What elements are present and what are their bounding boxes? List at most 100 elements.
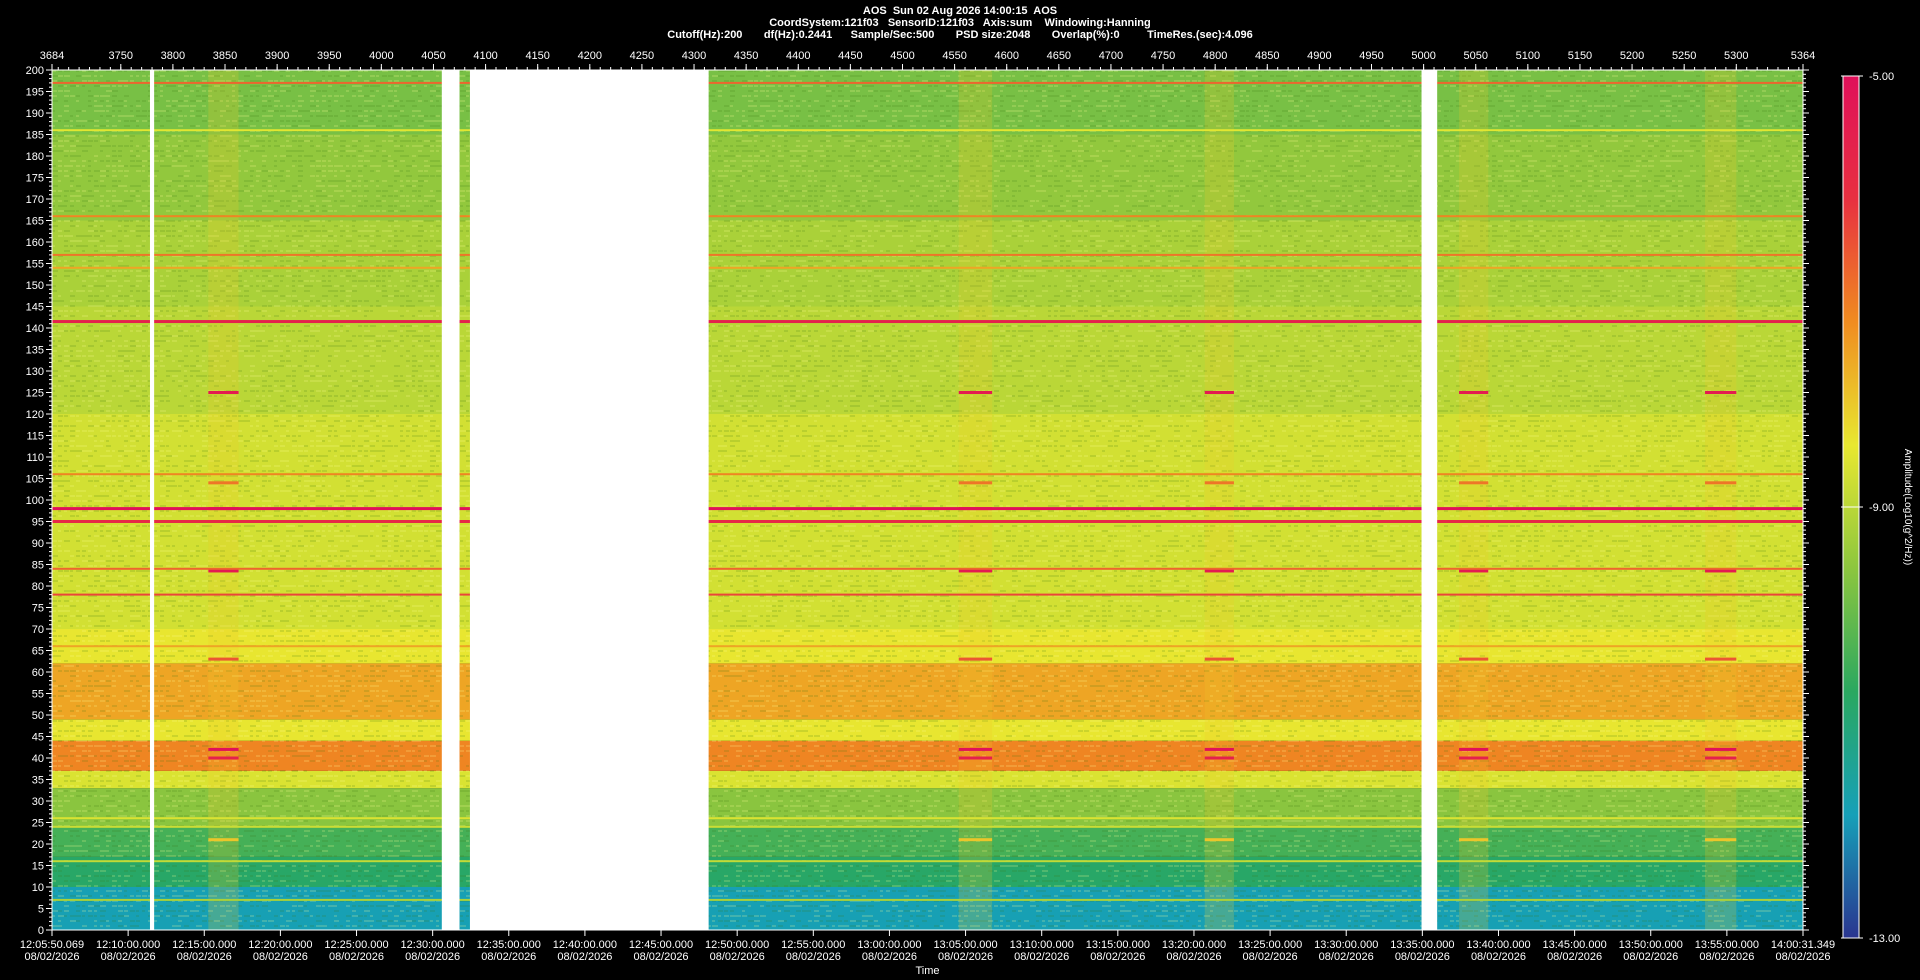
spectral-band-11 bbox=[52, 221, 1803, 307]
date-tick-label: 08/02/2026 bbox=[1014, 951, 1069, 963]
y-tick-label: 125 bbox=[26, 388, 44, 400]
burst-line-5 bbox=[1459, 748, 1488, 751]
burst-line-5 bbox=[1205, 748, 1234, 751]
date-tick-label: 08/02/2026 bbox=[1395, 951, 1450, 963]
burst-line-4 bbox=[1459, 658, 1488, 661]
date-tick-label: 08/02/2026 bbox=[1775, 951, 1830, 963]
y-tick-label: 30 bbox=[32, 796, 44, 808]
burst-line-0 bbox=[208, 391, 238, 394]
burst-line-5 bbox=[959, 748, 992, 751]
y-tick-label: 195 bbox=[26, 87, 44, 99]
y-tick-label: 200 bbox=[26, 65, 44, 77]
y-tick-label: 35 bbox=[32, 775, 44, 787]
time-tick-label: 13:40:00.000 bbox=[1466, 939, 1530, 951]
date-tick-label: 08/02/2026 bbox=[1243, 951, 1298, 963]
burst-line-0 bbox=[959, 391, 992, 394]
spectral-line-11 bbox=[52, 645, 1803, 647]
spectral-line-1 bbox=[52, 129, 1803, 131]
time-tick-label: 13:55:00.000 bbox=[1695, 939, 1759, 951]
spectral-line-4 bbox=[52, 267, 1803, 269]
y-tick-label: 115 bbox=[26, 431, 44, 443]
y-tick-label: 135 bbox=[26, 345, 44, 357]
top-tick-label: 3850 bbox=[213, 50, 237, 62]
burst-line-7 bbox=[208, 838, 238, 841]
time-tick-label: 12:35:00.000 bbox=[477, 939, 541, 951]
colorbar-tick-label: -13.00 bbox=[1869, 933, 1900, 945]
y-tick-label: 150 bbox=[26, 280, 44, 292]
y-tick-label: 175 bbox=[26, 173, 44, 185]
time-tick-label: 13:35:00.000 bbox=[1390, 939, 1454, 951]
spectral-line-14 bbox=[52, 860, 1803, 862]
burst-line-5 bbox=[1705, 748, 1736, 751]
date-tick-label: 08/02/2026 bbox=[786, 951, 841, 963]
top-tick-label: 4950 bbox=[1359, 50, 1383, 62]
top-tick-label: 3950 bbox=[317, 50, 341, 62]
burst-column bbox=[1205, 70, 1234, 930]
burst-line-3 bbox=[1459, 569, 1488, 572]
top-tick-label: 4850 bbox=[1255, 50, 1279, 62]
top-tick-label: 5200 bbox=[1620, 50, 1644, 62]
top-tick-label: 4400 bbox=[786, 50, 810, 62]
date-tick-label: 08/02/2026 bbox=[24, 951, 79, 963]
spectral-line-2 bbox=[52, 215, 1803, 217]
spectral-band-13 bbox=[52, 70, 1803, 135]
y-tick-label: 90 bbox=[32, 538, 44, 550]
top-tick-label: 5000 bbox=[1411, 50, 1435, 62]
burst-line-3 bbox=[959, 569, 992, 572]
date-tick-label: 08/02/2026 bbox=[1319, 951, 1374, 963]
burst-column bbox=[1705, 70, 1736, 930]
top-tick-label: 4900 bbox=[1307, 50, 1331, 62]
burst-line-1 bbox=[208, 481, 238, 484]
burst-line-0 bbox=[1205, 391, 1234, 394]
date-tick-label: 08/02/2026 bbox=[1090, 951, 1145, 963]
date-tick-label: 08/02/2026 bbox=[1623, 951, 1678, 963]
burst-line-6 bbox=[208, 757, 238, 760]
date-tick-label: 08/02/2026 bbox=[177, 951, 232, 963]
burst-line-1 bbox=[1205, 481, 1234, 484]
y-tick-label: 5 bbox=[38, 904, 44, 916]
y-tick-label: 65 bbox=[32, 646, 44, 658]
y-tick-label: 70 bbox=[32, 624, 44, 636]
top-tick-label: 5150 bbox=[1568, 50, 1592, 62]
time-tick-label: 13:05:00.000 bbox=[933, 939, 997, 951]
y-tick-label: 15 bbox=[32, 861, 44, 873]
y-tick-label: 145 bbox=[26, 302, 44, 314]
y-tick-label: 155 bbox=[26, 259, 44, 271]
burst-line-5 bbox=[208, 748, 238, 751]
burst-line-0 bbox=[1705, 391, 1736, 394]
time-tick-label: 14:00:31.349 bbox=[1771, 939, 1835, 951]
y-tick-label: 190 bbox=[26, 108, 44, 120]
burst-column bbox=[208, 70, 238, 930]
burst-line-0 bbox=[1459, 391, 1488, 394]
spectral-line-13 bbox=[52, 826, 1803, 828]
y-tick-label: 10 bbox=[32, 882, 44, 894]
burst-1 bbox=[959, 70, 992, 930]
y-tick-label: 20 bbox=[32, 839, 44, 851]
y-tick-label: 170 bbox=[26, 194, 44, 206]
date-tick-label: 08/02/2026 bbox=[329, 951, 384, 963]
top-tick-label: 4600 bbox=[994, 50, 1018, 62]
y-tick-label: 110 bbox=[26, 452, 44, 464]
top-tick-label: 4050 bbox=[421, 50, 445, 62]
top-tick-label: 5100 bbox=[1516, 50, 1540, 62]
date-tick-label: 08/02/2026 bbox=[481, 951, 536, 963]
y-tick-label: 0 bbox=[38, 925, 44, 937]
burst-column bbox=[1459, 70, 1488, 930]
top-tick-label: 4350 bbox=[734, 50, 758, 62]
y-tick-label: 80 bbox=[32, 581, 44, 593]
y-tick-label: 40 bbox=[32, 753, 44, 765]
spectrogram-chart: 0510152025303540455055606570758085909510… bbox=[0, 0, 1920, 980]
top-tick-label: 4300 bbox=[682, 50, 706, 62]
burst-line-1 bbox=[959, 481, 992, 484]
date-tick-label: 08/02/2026 bbox=[557, 951, 612, 963]
y-tick-label: 55 bbox=[32, 689, 44, 701]
burst-line-6 bbox=[1705, 757, 1736, 760]
burst-0 bbox=[208, 70, 238, 930]
date-tick-label: 08/02/2026 bbox=[1471, 951, 1526, 963]
y-tick-label: 75 bbox=[32, 603, 44, 615]
time-tick-label: 13:45:00.000 bbox=[1542, 939, 1606, 951]
y-tick-label: 120 bbox=[26, 409, 44, 421]
y-tick-label: 160 bbox=[26, 237, 44, 249]
burst-line-7 bbox=[1459, 838, 1488, 841]
y-tick-label: 25 bbox=[32, 818, 44, 830]
